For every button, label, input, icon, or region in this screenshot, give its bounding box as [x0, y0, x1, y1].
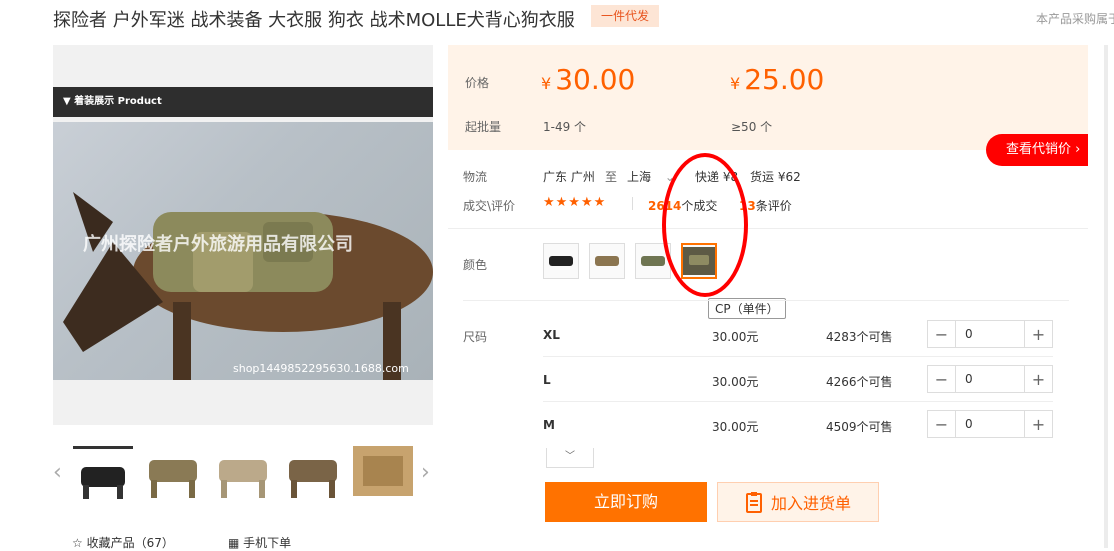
plus-icon[interactable]: +	[1025, 366, 1052, 392]
thumbnail-4[interactable]	[283, 446, 343, 504]
freight-fee: 货运 ¥62	[750, 170, 801, 184]
moq-label: 起批量	[465, 120, 502, 134]
ship-to-select[interactable]: 上海 ⌄	[627, 168, 675, 185]
agent-price-button[interactable]: 查看代销价 ›	[986, 134, 1088, 166]
add-to-list-button[interactable]: 加入进货单	[717, 482, 879, 522]
expand-sizes-button[interactable]: ﹀	[546, 448, 594, 468]
thumbnail-1[interactable]	[73, 446, 133, 504]
size-stock: 4509个可售	[826, 420, 893, 434]
minus-icon[interactable]: −	[928, 321, 955, 347]
add-to-list-label: 加入进货单	[770, 494, 851, 513]
to-word: 至	[605, 170, 618, 184]
thumbnail-strip: ‹ ›	[53, 446, 438, 504]
currency-symbol: ¥	[730, 74, 741, 93]
procurement-note: 本产品采购属于	[1036, 12, 1114, 26]
shop-watermark: 广州探险者户外旅游用品有限公司	[83, 234, 353, 255]
quantity-input[interactable]: 0	[955, 366, 1025, 392]
rating-stars-icon: ★★★★★	[543, 195, 607, 210]
currency-symbol: ¥	[541, 74, 552, 93]
tier2-price: ¥25.00	[730, 63, 825, 96]
size-price: 30.00元	[712, 330, 759, 344]
plus-icon[interactable]: +	[1025, 411, 1052, 437]
thumbnail-5[interactable]	[353, 446, 413, 504]
logistics-label: 物流	[463, 170, 488, 184]
size-label: 尺码	[463, 330, 488, 344]
divider	[448, 228, 1088, 229]
size-name: XL	[543, 328, 560, 342]
reviews-suffix: 条评价	[755, 199, 792, 213]
buy-now-button[interactable]: 立即订购	[545, 482, 707, 522]
color-swatch-black[interactable]	[543, 243, 579, 279]
quantity-input[interactable]: 0	[955, 411, 1025, 437]
plus-icon[interactable]: +	[1025, 321, 1052, 347]
chevron-down-icon: ﹀	[565, 451, 575, 462]
display-banner: ▼ 着装展示 Product	[53, 87, 433, 117]
thumbnail-2[interactable]	[143, 446, 203, 504]
size-name: M	[543, 418, 555, 432]
shop-url-watermark: shop1449852295630.1688.com	[233, 362, 409, 375]
size-price: 30.00元	[712, 375, 759, 389]
minus-icon[interactable]: −	[928, 411, 955, 437]
clipboard-icon	[745, 492, 762, 513]
main-product-image[interactable]: ▼ 着装展示 Product 广州探险者户外旅游用品有限公司 shop14498…	[53, 45, 433, 425]
color-tooltip: CP（单件）	[708, 298, 786, 319]
tier1-qty: 1-49 个	[543, 120, 587, 134]
favorite-product[interactable]: ☆ 收藏产品（67）	[72, 534, 174, 551]
quantity-stepper: − 0 +	[927, 320, 1053, 348]
ship-from: 广东 广州	[543, 170, 595, 184]
reviews-label: 成交\评价	[463, 199, 516, 213]
tier1-price: ¥30.00	[541, 63, 636, 96]
color-swatch-tan[interactable]	[589, 243, 625, 279]
prev-arrow-icon[interactable]: ‹	[53, 460, 62, 485]
price-panel: 价格 ¥30.00 ¥25.00 起批量 1-49 个 ≥50 个	[448, 45, 1088, 150]
dropship-tag: 一件代发	[591, 5, 659, 27]
size-name: L	[543, 373, 551, 387]
quantity-input[interactable]: 0	[955, 321, 1025, 347]
annotation-circle	[662, 153, 748, 297]
size-price: 30.00元	[712, 420, 759, 434]
right-divider	[1104, 45, 1108, 548]
minus-icon[interactable]: −	[928, 366, 955, 392]
dog-illustration	[63, 192, 433, 380]
divider	[543, 356, 1053, 357]
quantity-stepper: − 0 +	[927, 410, 1053, 438]
divider	[463, 300, 1069, 301]
quantity-stepper: − 0 +	[927, 365, 1053, 393]
ship-to-value: 上海	[627, 170, 652, 184]
tier2-qty: ≥50 个	[731, 120, 773, 134]
divider	[543, 401, 1053, 402]
price-label: 价格	[465, 76, 490, 90]
color-label: 颜色	[463, 258, 488, 272]
dog-photo: 广州探险者户外旅游用品有限公司 shop1449852295630.1688.c…	[53, 122, 433, 380]
thumbnail-3[interactable]	[213, 446, 273, 504]
product-title: 探险者 户外军迷 战术装备 大衣服 狗衣 战术MOLLE犬背心狗衣服	[53, 10, 575, 31]
size-stock: 4266个可售	[826, 375, 893, 389]
size-stock: 4283个可售	[826, 330, 893, 344]
divider	[632, 197, 633, 210]
mobile-order[interactable]: ▦ 手机下单	[228, 534, 291, 551]
next-arrow-icon[interactable]: ›	[421, 460, 430, 485]
